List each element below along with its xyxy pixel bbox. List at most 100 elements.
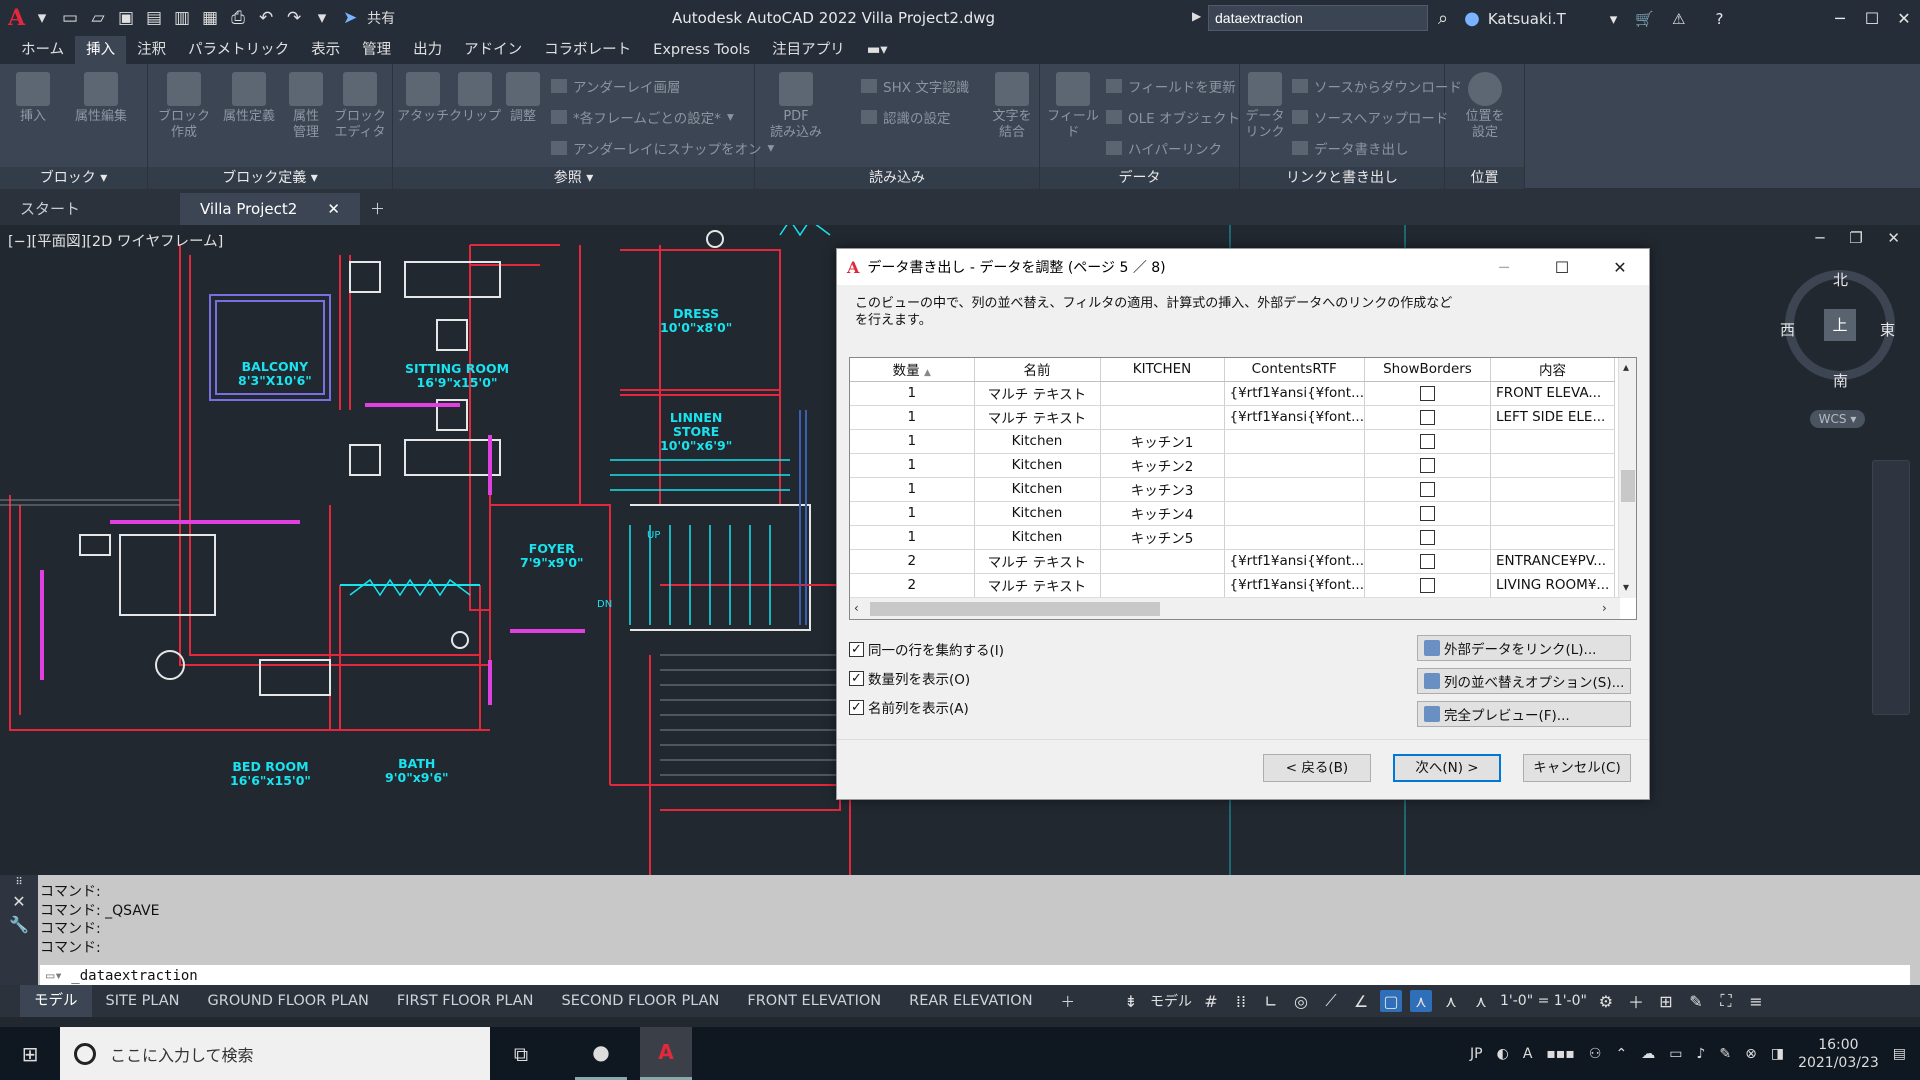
- column-header-contentsrtf[interactable]: ContentsRTF: [1224, 358, 1365, 382]
- showborders-checkbox[interactable]: [1419, 385, 1435, 401]
- tab-manage[interactable]: 管理: [351, 36, 402, 64]
- scroll-left-icon[interactable]: ‹: [854, 601, 859, 615]
- update-field-button[interactable]: フィールドを更新: [1106, 76, 1236, 96]
- extract-data-button[interactable]: データ書き出し: [1292, 138, 1409, 158]
- osnap-track-icon[interactable]: ∠: [1350, 990, 1372, 1012]
- ortho-icon[interactable]: ∟: [1260, 990, 1282, 1012]
- command-input[interactable]: ▭▾ _dataextraction: [40, 965, 1910, 987]
- workspace-gear-icon[interactable]: ⚙: [1595, 990, 1617, 1012]
- polar-icon[interactable]: ◎: [1290, 990, 1312, 1012]
- scroll-up-icon[interactable]: ▴: [1623, 360, 1629, 374]
- dialog-minimize-icon[interactable]: ─: [1475, 249, 1533, 285]
- new-tab-icon[interactable]: ＋: [360, 193, 395, 225]
- cell-qty[interactable]: 1: [850, 501, 975, 526]
- cell-borders[interactable]: [1364, 573, 1491, 598]
- table-row[interactable]: 1 Kitchen キッチン5: [850, 525, 1615, 550]
- clip-button[interactable]: クリップ: [449, 72, 501, 125]
- cell-content[interactable]: ENTRANCE¥PV...: [1490, 549, 1615, 574]
- combine-rows-checkbox[interactable]: ✓ 同一の行を集約する(I): [849, 639, 1004, 659]
- isodraft-icon[interactable]: ⟋: [1320, 990, 1342, 1012]
- user-menu-chevron-icon[interactable]: ▾: [1610, 10, 1618, 28]
- showborders-checkbox[interactable]: [1419, 457, 1435, 473]
- tab-insert[interactable]: 挿入: [75, 36, 127, 64]
- help-search-input[interactable]: [1208, 5, 1428, 31]
- quick-properties-icon[interactable]: ✎: [1685, 990, 1707, 1012]
- data-link-button[interactable]: データ リンク: [1242, 72, 1288, 141]
- customize-wrench-icon[interactable]: 🔧: [0, 915, 38, 934]
- save-icon[interactable]: ▣: [115, 7, 137, 29]
- cell-content[interactable]: [1490, 501, 1615, 526]
- clock[interactable]: 16:00 2021/03/23: [1798, 1036, 1879, 1072]
- cell-rtf[interactable]: [1224, 453, 1365, 478]
- notification-icon[interactable]: ▤: [1893, 1046, 1906, 1062]
- cell-kitchen[interactable]: キッチン5: [1100, 525, 1225, 550]
- attr-manage-button[interactable]: 属性 管理: [284, 72, 328, 141]
- tab-start[interactable]: スタート: [0, 193, 180, 225]
- cart-icon[interactable]: 🛒: [1635, 10, 1654, 28]
- close-tab-icon[interactable]: ✕: [327, 193, 340, 225]
- model-space-button[interactable]: モデル: [1150, 991, 1192, 1011]
- column-header-showborders[interactable]: ShowBorders: [1364, 358, 1491, 382]
- onedrive-icon[interactable]: ☁: [1641, 1046, 1655, 1062]
- insert-button[interactable]: 挿入: [8, 72, 58, 125]
- tab-annotate[interactable]: 注釈: [126, 36, 177, 64]
- grid-vertical-scrollbar[interactable]: ▴ ▾: [1618, 358, 1636, 598]
- grip-icon[interactable]: ⠿: [0, 877, 38, 888]
- create-block-button[interactable]: ブロック 作成: [156, 72, 212, 141]
- save-as-icon[interactable]: ▤: [143, 7, 165, 29]
- osnap-icon[interactable]: ▢: [1380, 990, 1402, 1012]
- tray-app-icons[interactable]: ▪▪▪: [1546, 1046, 1574, 1062]
- ribbon-display-toggle-icon[interactable]: ▬▾: [856, 36, 899, 64]
- full-preview-button[interactable]: 完全プレビュー(F)...: [1417, 701, 1631, 727]
- tab-view[interactable]: 表示: [300, 36, 351, 64]
- layout-tab-ground-floor[interactable]: GROUND FLOOR PLAN: [194, 993, 383, 1009]
- cloud-icon[interactable]: ▦: [199, 7, 221, 29]
- task-view-icon[interactable]: ⧉: [495, 1027, 547, 1080]
- compass-south[interactable]: 南: [1833, 370, 1848, 391]
- panel-title-location[interactable]: 位置: [1445, 167, 1524, 189]
- show-count-checkbox[interactable]: ✓ 数量列を表示(O): [849, 668, 970, 688]
- open-file-icon[interactable]: ▱: [87, 7, 109, 29]
- viewcube-top-face[interactable]: 上: [1824, 309, 1856, 341]
- command-close-icon[interactable]: ✕: [0, 892, 38, 911]
- cell-qty[interactable]: 1: [850, 405, 975, 430]
- ime-icon[interactable]: ◨: [1771, 1046, 1784, 1062]
- tab-addins[interactable]: アドイン: [453, 36, 533, 64]
- attr-edit-button[interactable]: 属性編集: [66, 72, 136, 125]
- annotation-scale-value[interactable]: 1'-0" = 1'-0": [1500, 993, 1587, 1009]
- cell-borders[interactable]: [1364, 429, 1491, 454]
- cell-name[interactable]: マルチ テキスト: [974, 405, 1101, 430]
- cell-name[interactable]: Kitchen: [974, 525, 1101, 550]
- panel-title-reference[interactable]: 参照 ▾: [393, 167, 754, 189]
- cell-kitchen[interactable]: [1100, 405, 1225, 430]
- show-name-checkbox[interactable]: ✓ 名前列を表示(A): [849, 697, 969, 717]
- scroll-right-icon[interactable]: ›: [1602, 601, 1607, 615]
- dialog-close-icon[interactable]: ✕: [1591, 249, 1649, 285]
- cell-qty[interactable]: 1: [850, 429, 975, 454]
- cell-qty[interactable]: 1: [850, 453, 975, 478]
- cancel-button[interactable]: キャンセル(C): [1523, 754, 1631, 782]
- snap-underlay-dropdown[interactable]: アンダーレイにスナップをオン ▾: [551, 138, 774, 158]
- cell-kitchen[interactable]: [1100, 549, 1225, 574]
- cell-borders[interactable]: [1364, 453, 1491, 478]
- panel-title-link-export[interactable]: リンクと書き出し: [1240, 167, 1444, 189]
- showborders-checkbox[interactable]: [1419, 433, 1435, 449]
- tab-featured-apps[interactable]: 注目アプリ: [761, 36, 856, 64]
- vertical-scroll-thumb[interactable]: [1621, 470, 1635, 502]
- column-header-kitchen[interactable]: KITCHEN: [1100, 358, 1225, 382]
- navigation-bar[interactable]: [1872, 460, 1910, 715]
- cell-borders[interactable]: [1364, 381, 1491, 406]
- user-account[interactable]: ⌕ ● Katsuaki.T ▾ 🛒 ⚠ ?: [1438, 8, 1723, 29]
- cell-borders[interactable]: [1364, 549, 1491, 574]
- frame-setting-dropdown[interactable]: *各フレームごとの設定* ▾: [551, 107, 734, 127]
- cell-rtf[interactable]: [1224, 501, 1365, 526]
- minimize-icon[interactable]: ─: [1824, 0, 1856, 36]
- app-menu-chevron-icon[interactable]: ▾: [31, 7, 53, 29]
- autocad-taskbar-icon[interactable]: A: [640, 1027, 692, 1080]
- adjust-button[interactable]: 調整: [501, 72, 545, 125]
- link-external-data-button[interactable]: 外部データをリンク(L)...: [1417, 635, 1631, 661]
- tab-parametric[interactable]: パラメトリック: [177, 36, 300, 64]
- windows-start-icon[interactable]: ⊞: [4, 1027, 56, 1080]
- cell-qty[interactable]: 2: [850, 573, 975, 598]
- cell-content[interactable]: [1490, 453, 1615, 478]
